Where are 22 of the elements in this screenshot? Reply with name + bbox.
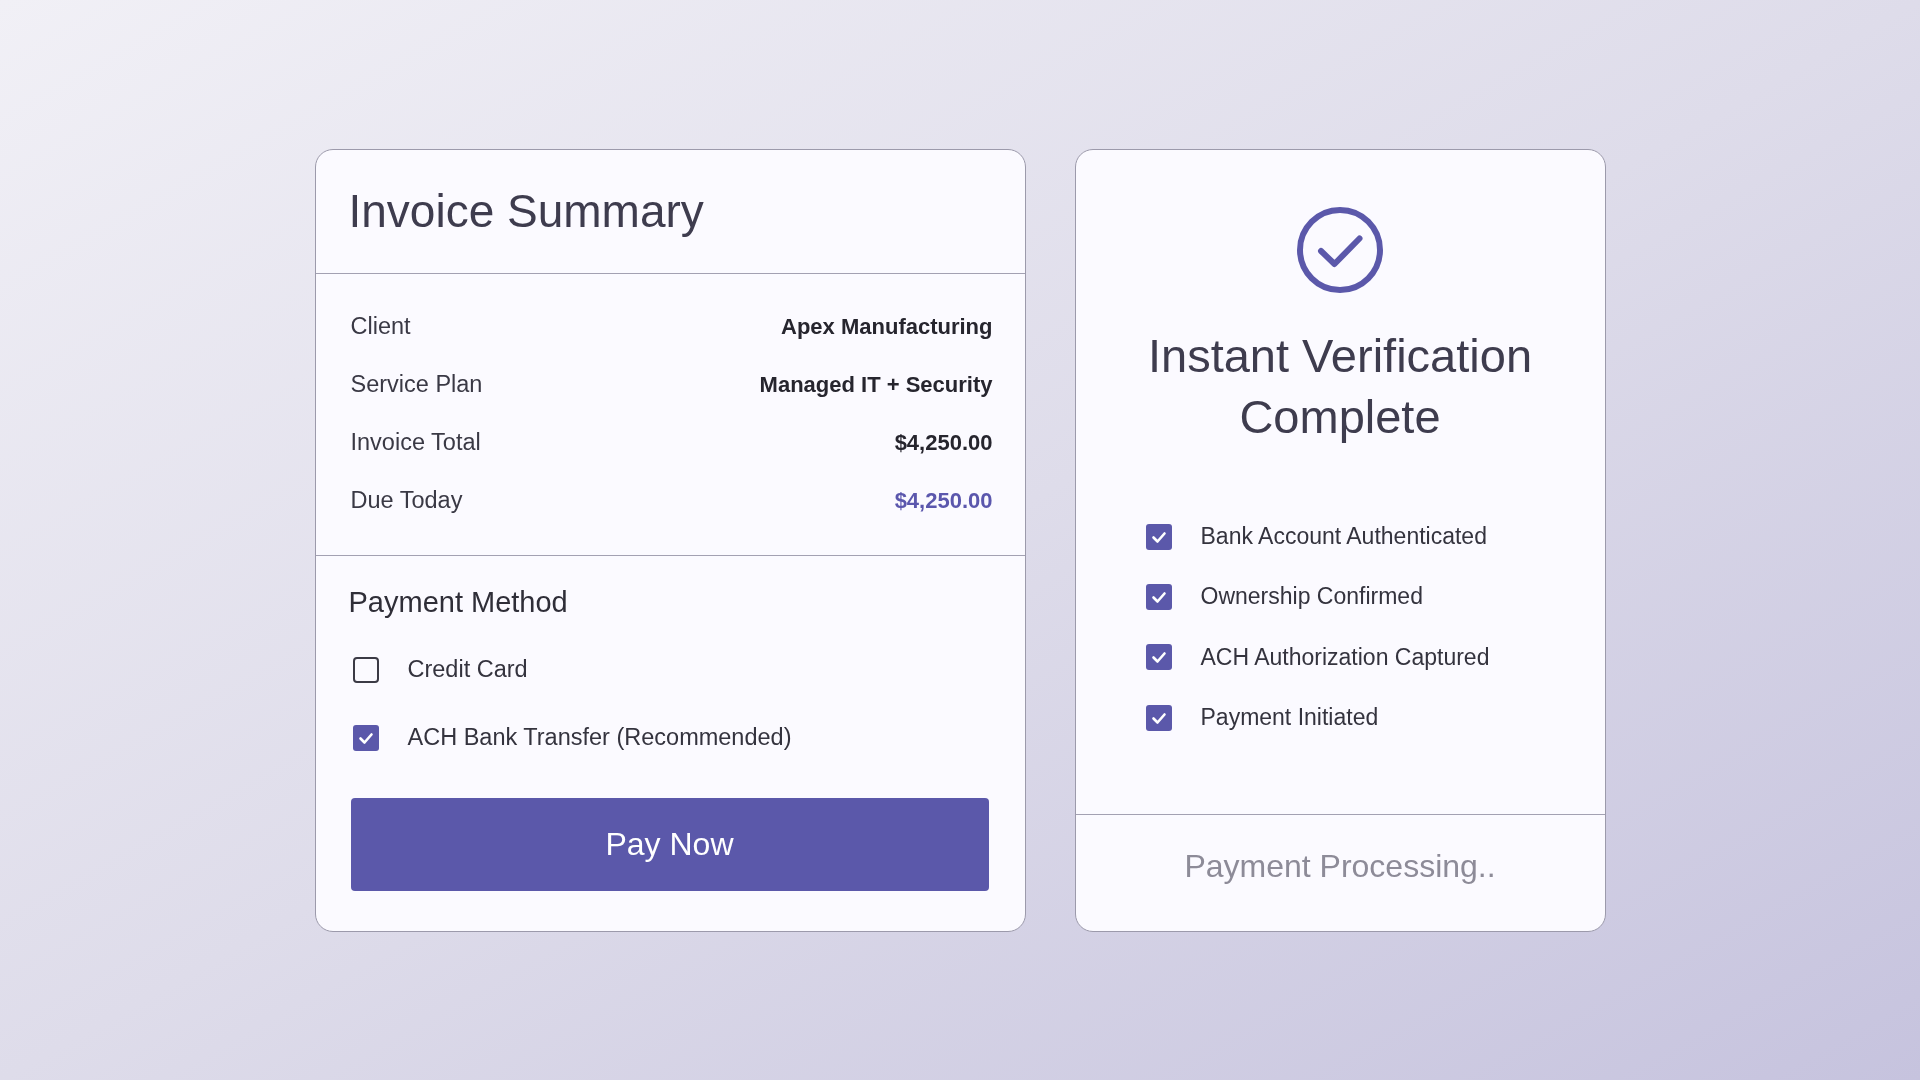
section-heading: Payment Method [348,584,569,619]
checkbox[interactable] [352,656,379,683]
step-label: Bank Account Authenticated [1200,523,1487,551]
detail-value: $4,250.00 [894,429,993,456]
pay-button[interactable]: Pay Now [350,797,989,891]
checkbox[interactable] [352,724,379,751]
step-label: Ownership Confirmed [1200,583,1423,611]
amount-due: $4,250.00 [894,487,993,514]
check-circle-icon [1297,206,1383,293]
card-title: Invoice Summary [348,183,704,239]
option-label[interactable]: ACH Bank Transfer (Recommended) [407,724,792,751]
card-title: Instant Verification Complete [1146,327,1534,445]
detail-label: Due Today [350,487,463,514]
status-text: Payment Processing.. [1184,847,1496,884]
option-label[interactable]: Credit Card [407,656,528,683]
detail-label: Invoice Total [350,429,481,456]
detail-value: Managed IT + Security [759,371,993,398]
detail-label: Service Plan [350,371,483,398]
step-label: Payment Initiated [1200,704,1379,732]
detail-value: Apex Manufacturing [781,313,993,340]
step-label: ACH Authorization Captured [1200,643,1490,671]
detail-label: Client [350,313,411,340]
